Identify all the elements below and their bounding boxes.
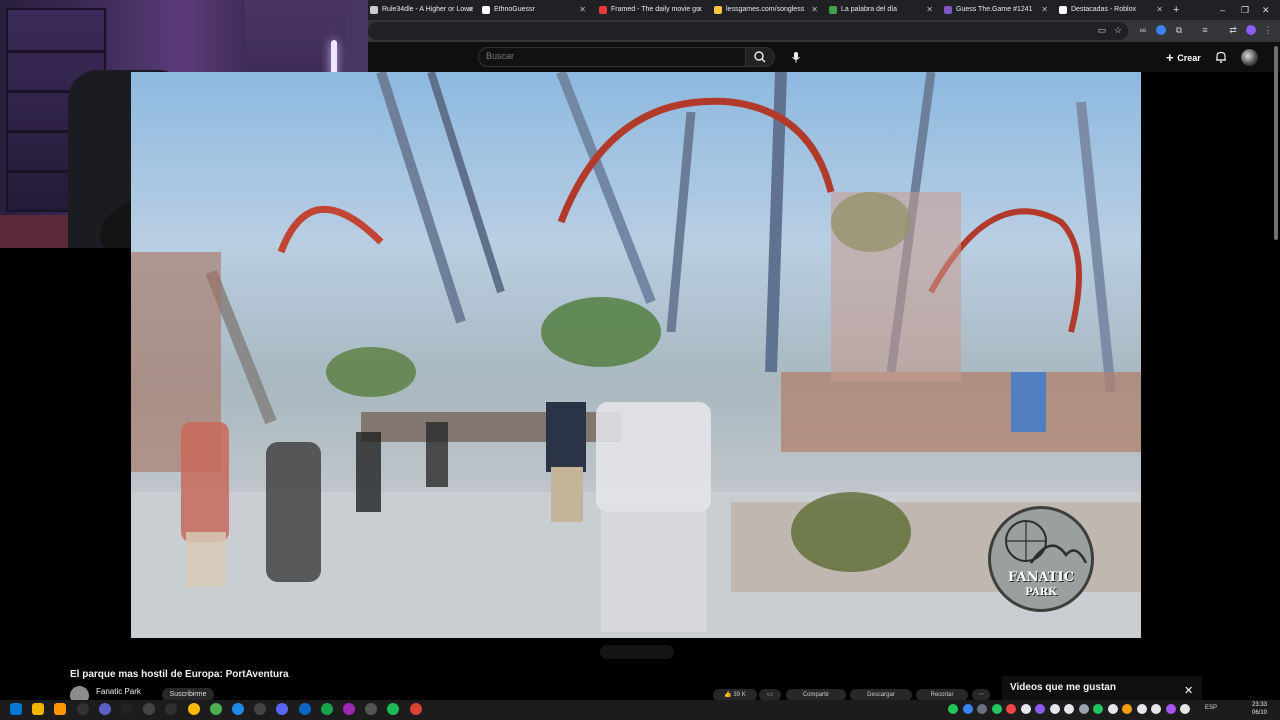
search-input[interactable] bbox=[478, 47, 746, 67]
steam-icon[interactable] bbox=[232, 703, 244, 715]
tab-favicon-icon bbox=[370, 6, 378, 14]
tray-icon[interactable] bbox=[1165, 704, 1176, 714]
tray-icon[interactable] bbox=[1180, 704, 1190, 714]
search-placeholder: Buscar bbox=[486, 51, 515, 61]
account-avatar[interactable] bbox=[1241, 49, 1258, 66]
tab-label: La palabra del día bbox=[841, 6, 898, 13]
browser-tab[interactable]: La palabra del día ✕ bbox=[827, 2, 939, 18]
search-app-icon[interactable] bbox=[54, 703, 67, 715]
browser-tab[interactable]: Framed - The daily movie gu ✕ bbox=[597, 2, 709, 18]
clock[interactable]: 23:33 06/10 bbox=[1252, 701, 1267, 717]
tray-icon[interactable] bbox=[1078, 704, 1089, 714]
ferris-wheel-icon bbox=[1005, 520, 1088, 564]
microphone-icon[interactable] bbox=[789, 50, 803, 64]
browser-tab[interactable]: lessgames.com/songless ✕ bbox=[712, 2, 824, 18]
player-controls-pill[interactable] bbox=[600, 645, 674, 659]
tray-icon[interactable] bbox=[1035, 704, 1045, 714]
create-button[interactable]: + Crear bbox=[1166, 50, 1201, 65]
tab-favicon-icon bbox=[599, 6, 607, 14]
tray-icon[interactable] bbox=[948, 704, 958, 714]
dislike-icon: ▭ bbox=[767, 692, 773, 698]
extension-icon-2[interactable] bbox=[1156, 25, 1166, 35]
language-indicator[interactable]: ESP bbox=[1205, 705, 1217, 711]
page-scrollbar[interactable] bbox=[1274, 46, 1278, 240]
tray-icon[interactable] bbox=[1136, 704, 1147, 714]
tab-close-icon[interactable]: ✕ bbox=[696, 2, 703, 18]
search-button[interactable] bbox=[745, 47, 775, 67]
tab-label: Rule34dle - A Higher or Lowe bbox=[382, 6, 474, 13]
tab-label: lessgames.com/songless bbox=[726, 6, 805, 13]
tray-icon[interactable] bbox=[1107, 704, 1118, 714]
date-text: 06/10 bbox=[1252, 710, 1268, 716]
tab-favicon-icon bbox=[482, 6, 490, 14]
app-icon[interactable] bbox=[320, 703, 333, 715]
search-icon bbox=[754, 51, 766, 63]
tray-icon[interactable] bbox=[1049, 704, 1060, 714]
install-icon[interactable]: ▭ bbox=[1097, 25, 1107, 35]
extensions-puzzle-icon[interactable]: ⧉ bbox=[1174, 25, 1184, 35]
tray-icon[interactable] bbox=[1122, 704, 1132, 714]
tab-close-icon[interactable]: ✕ bbox=[579, 2, 586, 18]
tab-favicon-icon bbox=[944, 6, 952, 14]
app-icon[interactable] bbox=[209, 703, 222, 715]
extension-icon-1[interactable]: ∞ bbox=[1138, 25, 1148, 35]
tab-label: Guess The.Game #1241 bbox=[956, 6, 1033, 13]
tray-icon[interactable] bbox=[1064, 704, 1074, 714]
tab-favicon-icon bbox=[714, 6, 722, 14]
profile-avatar-icon[interactable] bbox=[1246, 25, 1256, 35]
bookmark-star-icon[interactable]: ☆ bbox=[1113, 25, 1123, 35]
start-icon[interactable] bbox=[10, 703, 22, 715]
tab-close-icon[interactable]: ✕ bbox=[811, 2, 818, 18]
time-text: 23:33 bbox=[1252, 702, 1268, 708]
browser-tab[interactable]: Rule34dle - A Higher or Lowe ✕ bbox=[368, 2, 480, 18]
liked-videos-title: Videos que me gustan bbox=[1010, 682, 1116, 693]
tray-icon[interactable] bbox=[1151, 704, 1161, 714]
tab-close-icon[interactable]: ✕ bbox=[467, 2, 474, 18]
reading-list-icon[interactable]: ≡ bbox=[1200, 25, 1210, 35]
browser-menu-icon[interactable]: ⋮ bbox=[1263, 25, 1273, 35]
new-tab-button[interactable]: + bbox=[1173, 2, 1179, 18]
video-title: El parque mas hostil de Europa: PortAven… bbox=[70, 669, 289, 680]
tray-icon[interactable] bbox=[991, 704, 1002, 714]
browser-tab[interactable]: EthnoGuessr ✕ bbox=[480, 2, 592, 18]
app-icon[interactable] bbox=[121, 703, 133, 715]
profile-sync-icon[interactable]: ⇄ bbox=[1228, 25, 1238, 35]
notifications-bell-icon[interactable] bbox=[1214, 50, 1228, 64]
vpn-icon[interactable] bbox=[98, 703, 111, 715]
tab-favicon-icon bbox=[1059, 6, 1067, 14]
plus-icon: + bbox=[1166, 50, 1178, 65]
browser-tab[interactable]: Guess The.Game #1241 ✕ bbox=[942, 2, 1054, 18]
tab-label: Destacadas - Roblox bbox=[1071, 6, 1136, 13]
close-window-button[interactable]: ✕ bbox=[1262, 2, 1270, 18]
channel-name[interactable]: Fanatic Park bbox=[96, 687, 141, 696]
tray-icon[interactable] bbox=[977, 704, 987, 714]
chrome-icon[interactable] bbox=[409, 703, 422, 715]
logo-text-line1: FANATIC bbox=[1008, 570, 1074, 585]
minimize-button[interactable]: – bbox=[1220, 2, 1225, 18]
restore-button[interactable]: ❐ bbox=[1241, 2, 1249, 18]
tab-label: Framed - The daily movie gu bbox=[611, 6, 700, 13]
tray-icon[interactable] bbox=[1006, 704, 1016, 714]
tab-label: EthnoGuessr bbox=[494, 6, 535, 13]
tray-icon[interactable] bbox=[1020, 704, 1031, 714]
tab-close-icon[interactable]: ✕ bbox=[926, 2, 933, 18]
browser-tab[interactable]: Destacadas - Roblox ✕ bbox=[1057, 2, 1169, 18]
logo-text-line2: PARK bbox=[1025, 587, 1057, 598]
tray-icon[interactable] bbox=[1093, 704, 1103, 714]
address-bar[interactable] bbox=[368, 22, 1128, 40]
tab-close-icon[interactable]: ✕ bbox=[1156, 2, 1163, 18]
app-icon[interactable] bbox=[343, 703, 355, 715]
close-icon[interactable]: ✕ bbox=[1184, 684, 1193, 697]
explorer-icon[interactable] bbox=[32, 703, 45, 715]
tray-icon[interactable] bbox=[962, 704, 973, 714]
app-icon[interactable] bbox=[298, 703, 311, 715]
tab-favicon-icon bbox=[829, 6, 837, 14]
app-icon[interactable] bbox=[187, 703, 200, 715]
tab-close-icon[interactable]: ✕ bbox=[1041, 2, 1048, 18]
app-icon[interactable] bbox=[76, 703, 89, 715]
